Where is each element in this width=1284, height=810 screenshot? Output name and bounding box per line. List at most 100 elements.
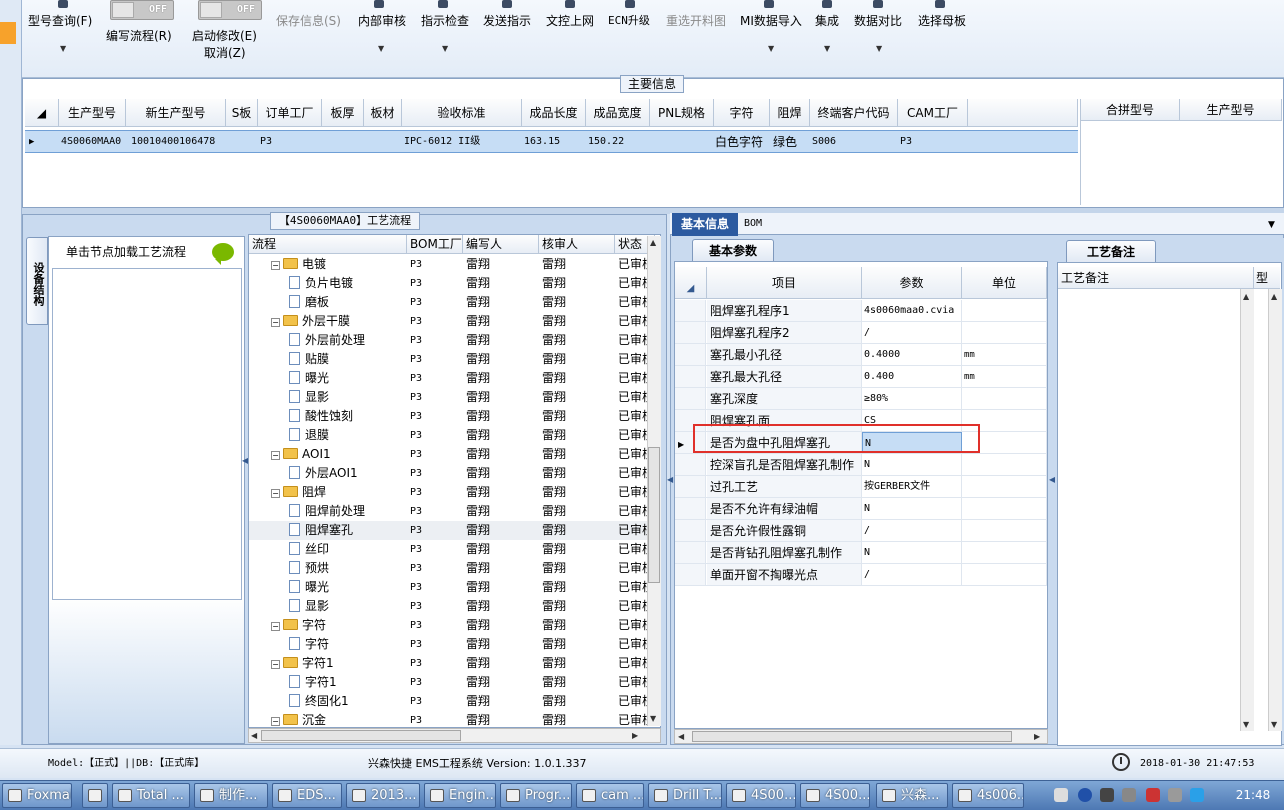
col-header[interactable]: 核审人	[539, 235, 615, 254]
taskbar-item[interactable]: 4s006...	[952, 783, 1024, 808]
vertical-splitter[interactable]	[1048, 238, 1055, 744]
scroll-right-icon[interactable]: ▶	[1034, 732, 1040, 741]
scrollbar-thumb[interactable]	[692, 731, 1012, 742]
taskbar-item[interactable]: Foxmail	[2, 783, 72, 808]
param-value[interactable]: 0.400	[862, 366, 962, 387]
param-row[interactable]: 阻焊塞孔程序1 4s0060maa0.cvia	[675, 300, 1047, 322]
param-row[interactable]: 是否背钻孔阻焊塞孔制作 N	[675, 542, 1047, 564]
tree-row[interactable]: − 沉金 P3 雷翔 雷翔 已审核	[249, 711, 649, 727]
col-header[interactable]: 流程	[249, 235, 407, 254]
taskbar-item[interactable]: 兴森...	[876, 783, 948, 808]
col-header[interactable]: 板厚	[322, 99, 364, 127]
scroll-left-icon[interactable]: ◀	[678, 732, 684, 741]
tree-row[interactable]: 显影 P3 雷翔 雷翔 已审核	[249, 597, 649, 616]
tree-row[interactable]: 字符1 P3 雷翔 雷翔 已审核	[249, 673, 649, 692]
scroll-up-icon[interactable]: ▲	[1243, 292, 1249, 301]
collapse-icon[interactable]: −	[271, 717, 280, 726]
param-value[interactable]: ≥80%	[862, 388, 962, 409]
cell-order-factory[interactable]: P3	[260, 131, 272, 153]
grid-corner[interactable]: ◢	[675, 267, 707, 299]
integrate-button[interactable]: 集成	[815, 12, 839, 29]
taskbar-clock[interactable]: 21:48	[1224, 783, 1282, 807]
taskbar-item[interactable]: Total ...	[112, 783, 190, 808]
tree-row[interactable]: − 字符1 P3 雷翔 雷翔 已审核	[249, 654, 649, 673]
tree-row[interactable]: − 阻焊 P3 雷翔 雷翔 已审核	[249, 483, 649, 502]
tree-row[interactable]: 磨板 P3 雷翔 雷翔 已审核	[249, 293, 649, 312]
taskbar-item[interactable]: 4S00...	[800, 783, 870, 808]
tree-node[interactable]: 阻焊塞孔	[289, 521, 407, 540]
tree-row[interactable]: 退膜 P3 雷翔 雷翔 已审核	[249, 426, 649, 445]
chevron-down-icon[interactable]: ▼	[876, 44, 882, 53]
settings-icon[interactable]	[1122, 788, 1136, 802]
tree-row[interactable]: 阻焊塞孔 P3 雷翔 雷翔 已审核	[249, 521, 649, 540]
col-header[interactable]: 验收标准	[402, 99, 522, 127]
taskbar-item[interactable]	[82, 783, 108, 808]
tree-node[interactable]: 贴膜	[289, 350, 407, 369]
chevron-down-icon[interactable]: ▼	[442, 44, 448, 53]
tree-node[interactable]: 磨板	[289, 293, 407, 312]
cancel-modify-button[interactable]: 取消(Z)	[204, 44, 246, 61]
chevron-down-icon[interactable]: ▼	[378, 44, 384, 53]
chevron-down-icon[interactable]: ▼	[768, 44, 774, 53]
param-value[interactable]: N	[862, 542, 962, 563]
tree-node[interactable]: − 电镀	[271, 255, 407, 274]
tree-row[interactable]: − 外层干膜 P3 雷翔 雷翔 已审核	[249, 312, 649, 331]
col-header[interactable]: 合拼型号	[1081, 99, 1180, 121]
send-instruction-button[interactable]: 发送指示	[483, 12, 531, 29]
tab-device-structure[interactable]: 设备结构	[26, 237, 48, 325]
taskbar-item[interactable]: cam ...	[576, 783, 644, 808]
scroll-up-icon[interactable]: ▲	[650, 238, 656, 247]
tree-node[interactable]: − 字符1	[271, 654, 407, 673]
param-grid[interactable]: ◢ 项目 参数 单位 阻焊塞孔程序1 4s0060maa0.cvia 阻焊塞孔程序2…	[674, 261, 1048, 729]
col-header[interactable]: 成品宽度	[586, 99, 650, 127]
ecn-upgrade-button[interactable]: ECN升级	[608, 12, 650, 28]
select-mother-board-button[interactable]: 选择母板	[918, 12, 966, 29]
tree-row[interactable]: 外层AOI1 P3 雷翔 雷翔 已审核	[249, 464, 649, 483]
chevron-down-icon[interactable]: ▼	[1268, 220, 1275, 230]
tree-node[interactable]: 预烘	[289, 559, 407, 578]
grid-corner[interactable]: ◢	[25, 99, 59, 127]
tree-row[interactable]: 字符 P3 雷翔 雷翔 已审核	[249, 635, 649, 654]
cell-new-model[interactable]: 10010400106478	[131, 131, 215, 153]
col-header[interactable]: 单位	[962, 267, 1047, 299]
col-header[interactable]: 板材	[364, 99, 402, 127]
tray-app-icon[interactable]	[1146, 788, 1160, 802]
start-modify-toggle[interactable]: OFF	[198, 0, 262, 20]
col-header[interactable]: 新生产型号	[126, 99, 226, 127]
chevron-down-icon[interactable]: ▼	[60, 44, 66, 53]
tab-bom[interactable]: BOM	[744, 213, 784, 235]
col-header[interactable]: 生产型号	[1180, 99, 1282, 121]
tree-row[interactable]: − 电镀 P3 雷翔 雷翔 已审核	[249, 255, 649, 274]
tree-row[interactable]: − AOI1 P3 雷翔 雷翔 已审核	[249, 445, 649, 464]
param-row[interactable]: 控深盲孔是否阻焊塞孔制作 N	[675, 454, 1047, 476]
tree-node[interactable]: 字符	[289, 635, 407, 654]
param-value[interactable]: /	[862, 322, 962, 343]
tree-row[interactable]: 曝光 P3 雷翔 雷翔 已审核	[249, 369, 649, 388]
param-row[interactable]: 过孔工艺 按GERBER文件	[675, 476, 1047, 498]
reselect-cut-chart-button[interactable]: 重选开料图	[666, 12, 726, 29]
param-value[interactable]: 0.4000	[862, 344, 962, 365]
col-header[interactable]: 成品长度	[522, 99, 586, 127]
scroll-right-icon[interactable]: ▶	[632, 731, 638, 740]
tree-row[interactable]: 阻焊前处理 P3 雷翔 雷翔 已审核	[249, 502, 649, 521]
tree-row[interactable]: 显影 P3 雷翔 雷翔 已审核	[249, 388, 649, 407]
col-header[interactable]: CAM工厂	[898, 99, 968, 127]
tree-node[interactable]: − 字符	[271, 616, 407, 635]
collapse-icon[interactable]: −	[271, 622, 280, 631]
tray-app-icon[interactable]	[1190, 788, 1204, 802]
col-header[interactable]: 终端客户代码	[810, 99, 898, 127]
param-value[interactable]: N	[862, 454, 962, 475]
scroll-down-icon[interactable]: ▼	[1243, 720, 1249, 729]
param-row[interactable]: 是否允许假性露铜 /	[675, 520, 1047, 542]
tree-node[interactable]: − 外层干膜	[271, 312, 407, 331]
save-info-button[interactable]: 保存信息(S)	[276, 12, 341, 29]
tree-node[interactable]: − AOI1	[271, 445, 407, 464]
comment-bubble-icon[interactable]	[212, 243, 234, 265]
process-tree-grid[interactable]: 流程 BOM工厂 编写人 核审人 状态 −电镀P3雷翔雷翔已审核负片电镀P3雷翔…	[248, 234, 661, 728]
cell-width[interactable]: 150.22	[588, 131, 624, 153]
tree-node[interactable]: 显影	[289, 388, 407, 407]
tray-app-icon[interactable]	[1168, 788, 1182, 802]
tree-row[interactable]: 贴膜 P3 雷翔 雷翔 已审核	[249, 350, 649, 369]
help-icon[interactable]	[1078, 788, 1092, 802]
col-header[interactable]: 订单工厂	[258, 99, 322, 127]
